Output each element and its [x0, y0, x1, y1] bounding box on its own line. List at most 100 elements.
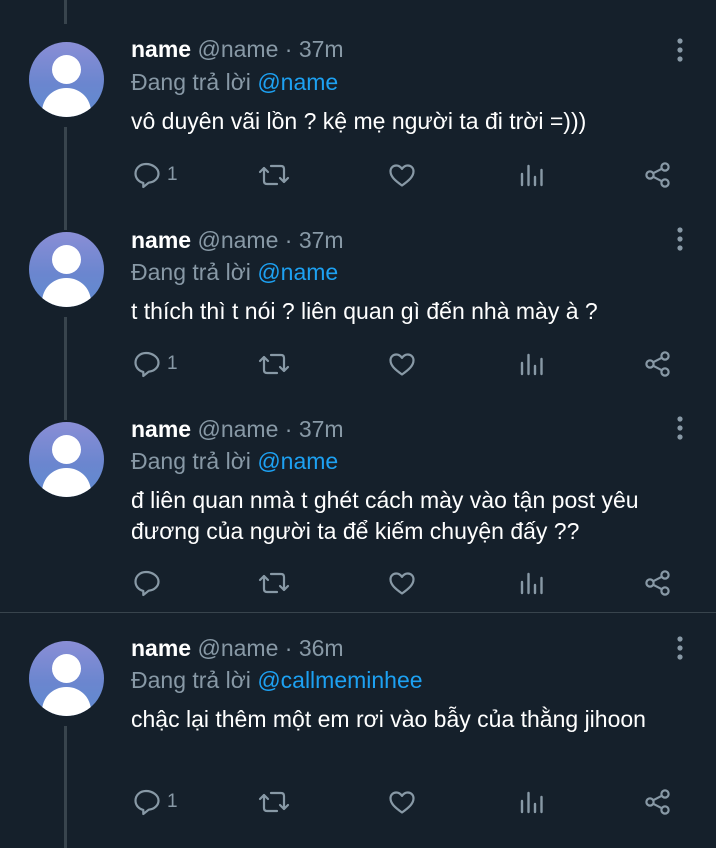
more-vertical-icon [677, 636, 683, 660]
replying-to: Đang trả lời @name [131, 258, 338, 286]
timestamp[interactable]: · 37m [285, 227, 344, 253]
timestamp[interactable]: · 36m [285, 635, 344, 661]
reply-count: 1 [167, 353, 178, 374]
replying-label: Đang trả lời [131, 448, 251, 474]
more-options-button[interactable] [670, 634, 690, 662]
reply-count: 1 [167, 791, 178, 812]
display-name[interactable]: name [131, 416, 191, 442]
tweet[interactable]: name @name · 37m Đang trả lời @name t th… [0, 218, 716, 408]
reply-button[interactable]: 1 [131, 787, 178, 817]
analytics-icon [520, 572, 543, 595]
like-button[interactable] [387, 568, 417, 598]
reply-icon [134, 351, 160, 378]
more-vertical-icon [677, 416, 683, 440]
analytics-icon [520, 791, 543, 814]
reply-button[interactable]: 1 [131, 160, 178, 190]
mention-link[interactable]: @name [257, 69, 338, 95]
tweet-text: vô duyên vãi lồn ? kệ mẹ người ta đi trờ… [131, 108, 587, 134]
display-name[interactable]: name [131, 227, 191, 253]
retweet-icon [258, 572, 290, 594]
timestamp[interactable]: · 37m [285, 36, 344, 62]
retweet-button[interactable] [257, 160, 291, 190]
avatar[interactable] [29, 42, 104, 117]
share-button[interactable] [643, 160, 673, 190]
share-icon [645, 789, 670, 815]
analytics-icon [520, 353, 543, 376]
analytics-button[interactable] [517, 787, 547, 817]
tweet-header: name @name · 37m [131, 415, 344, 443]
replying-to: Đang trả lời @name [131, 447, 338, 475]
retweet-button[interactable] [257, 568, 291, 598]
retweet-icon [258, 353, 290, 375]
reply-icon [134, 789, 160, 816]
user-handle[interactable]: @name [197, 36, 278, 62]
analytics-icon [520, 164, 543, 187]
heart-icon [389, 791, 415, 814]
share-icon [645, 351, 670, 377]
reply-button[interactable]: 1 [131, 349, 178, 379]
tweet-header: name @name · 36m [131, 634, 344, 662]
replying-label: Đang trả lời [131, 259, 251, 285]
timestamp[interactable]: · 37m [285, 416, 344, 442]
tweet[interactable]: name @name · 37m Đang trả lời @name đ li… [0, 408, 716, 612]
replying-to: Đang trả lời @name [131, 68, 338, 96]
tweet-actions: 1 [131, 160, 691, 190]
heart-icon [389, 164, 415, 187]
more-options-button[interactable] [670, 225, 690, 253]
replying-label: Đang trả lời [131, 667, 251, 693]
share-button[interactable] [643, 568, 673, 598]
share-icon [645, 570, 670, 596]
more-vertical-icon [677, 38, 683, 62]
tweet-actions: 1 [131, 349, 691, 379]
retweet-icon [258, 791, 290, 813]
share-icon [645, 162, 670, 188]
more-options-button[interactable] [670, 36, 690, 64]
heart-icon [389, 353, 415, 376]
reply-feed: name @name · 37m Đang trả lời @name vô d… [0, 0, 716, 848]
tweet-text: t thích thì t nói ? liên quan gì đến nhà… [131, 298, 598, 324]
analytics-button[interactable] [517, 160, 547, 190]
user-handle[interactable]: @name [197, 416, 278, 442]
share-button[interactable] [643, 787, 673, 817]
thread-line [64, 408, 67, 420]
user-handle[interactable]: @name [197, 635, 278, 661]
tweet-text: đ liên quan nmà t ghét cách mày vào tận … [131, 487, 639, 544]
tweet-actions [131, 568, 691, 598]
mention-link[interactable]: @callmeminhee [257, 667, 422, 693]
like-button[interactable] [387, 160, 417, 190]
thread-line [64, 127, 67, 218]
thread-line [64, 218, 67, 230]
thread-line [64, 317, 67, 408]
avatar[interactable] [29, 641, 104, 716]
reply-icon [134, 162, 160, 189]
mention-link[interactable]: @name [257, 448, 338, 474]
display-name[interactable]: name [131, 635, 191, 661]
retweet-button[interactable] [257, 787, 291, 817]
like-button[interactable] [387, 787, 417, 817]
tweet-actions: 1 [131, 787, 691, 817]
reply-icon [134, 570, 160, 597]
retweet-icon [258, 164, 290, 186]
retweet-button[interactable] [257, 349, 291, 379]
tweet-text: chậc lại thêm một em rơi vào bẫy của thằ… [131, 706, 646, 732]
mention-link[interactable]: @name [257, 259, 338, 285]
reply-button[interactable] [131, 568, 167, 598]
tweet-header: name @name · 37m [131, 35, 344, 63]
user-handle[interactable]: @name [197, 227, 278, 253]
tweet[interactable]: name @name · 36m Đang trả lời @callmemin… [0, 613, 716, 848]
thread-line [64, 726, 67, 848]
display-name[interactable]: name [131, 36, 191, 62]
more-vertical-icon [677, 227, 683, 251]
more-options-button[interactable] [670, 414, 690, 442]
analytics-button[interactable] [517, 349, 547, 379]
share-button[interactable] [643, 349, 673, 379]
like-button[interactable] [387, 349, 417, 379]
avatar[interactable] [29, 422, 104, 497]
tweet[interactable]: name @name · 37m Đang trả lời @name vô d… [0, 0, 716, 218]
replying-label: Đang trả lời [131, 69, 251, 95]
tweet-header: name @name · 37m [131, 226, 344, 254]
heart-icon [389, 572, 415, 595]
analytics-button[interactable] [517, 568, 547, 598]
avatar[interactable] [29, 232, 104, 307]
reply-count: 1 [167, 164, 178, 185]
